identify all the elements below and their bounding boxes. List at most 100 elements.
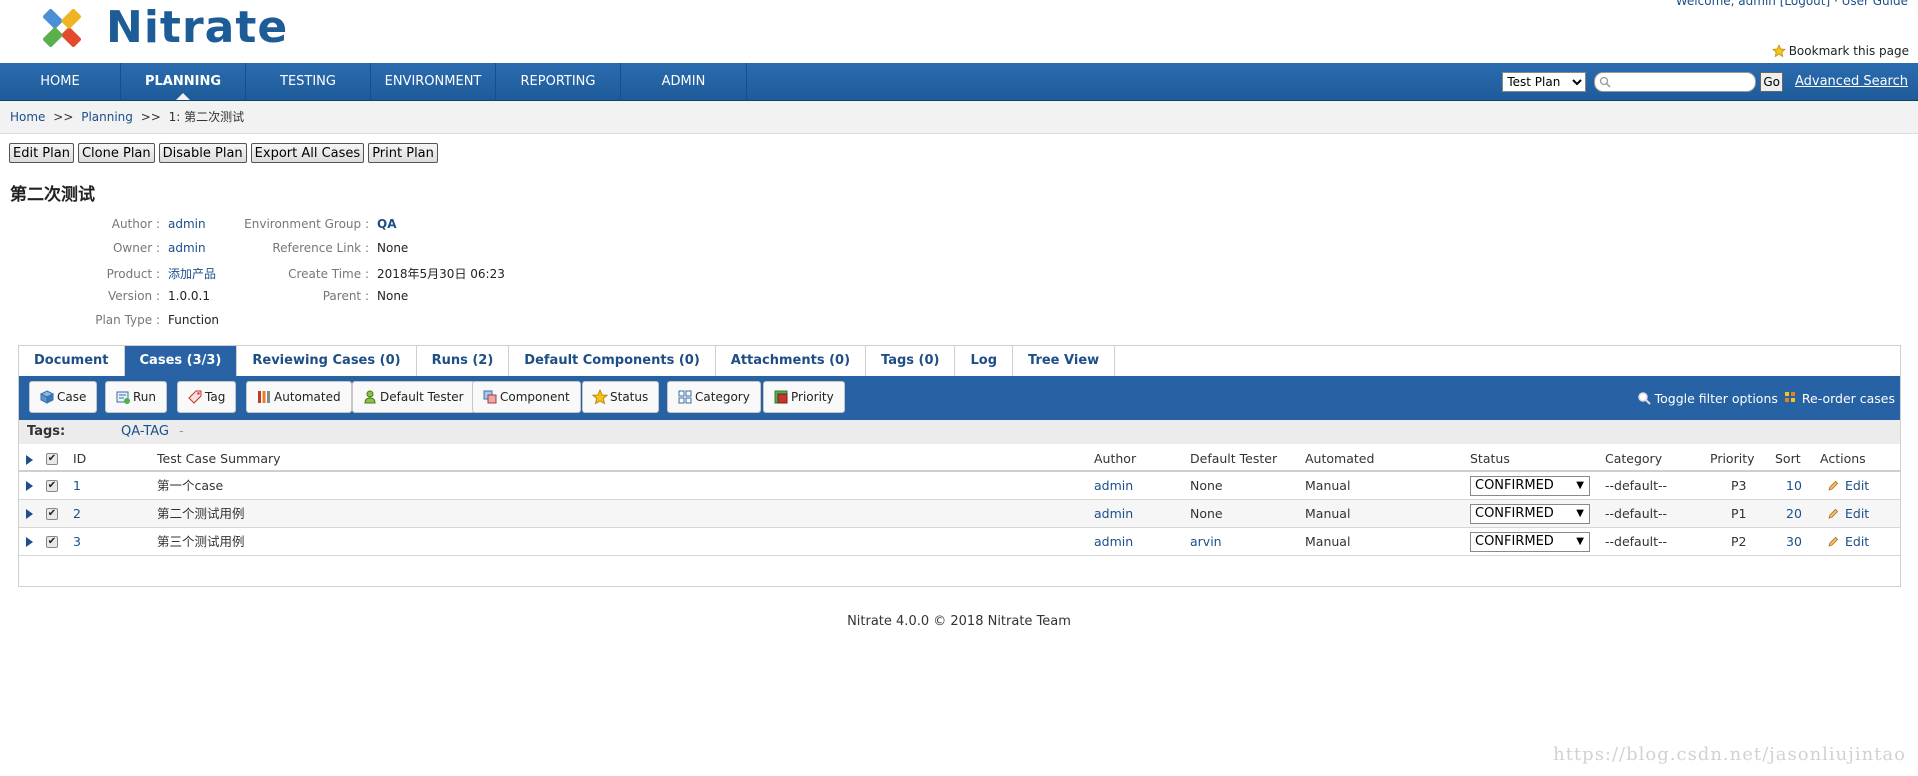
col-category[interactable]: Category	[1605, 446, 1662, 472]
tab-cases[interactable]: Cases (3/3)	[124, 346, 238, 376]
row-checkbox[interactable]: ✔	[46, 536, 58, 548]
category-button[interactable]: Category	[667, 381, 761, 413]
nav-item-reporting[interactable]: REPORTING	[496, 63, 621, 100]
expand-row-icon[interactable]	[26, 509, 33, 519]
nav-item-testing[interactable]: TESTING	[246, 63, 371, 100]
case-button-label: Case	[57, 390, 87, 404]
edit-action[interactable]: Edit	[1827, 472, 1869, 500]
status-select[interactable]: CONFIRMED ▼	[1470, 504, 1590, 524]
edit-action[interactable]: Edit	[1827, 528, 1869, 556]
col-id[interactable]: ID	[73, 446, 86, 472]
status-select[interactable]: CONFIRMED ▼	[1470, 532, 1590, 552]
disable-plan-button[interactable]: Disable Plan	[158, 143, 247, 163]
tab-runs[interactable]: Runs (2)	[416, 346, 510, 376]
col-sort[interactable]: Sort	[1775, 446, 1801, 472]
user-icon	[364, 390, 376, 404]
case-author[interactable]: admin	[1094, 528, 1133, 556]
edit-action[interactable]: Edit	[1827, 500, 1869, 528]
pencil-icon	[1828, 536, 1839, 547]
nav-item-environment[interactable]: ENVIRONMENT	[371, 63, 496, 100]
expand-row-icon[interactable]	[26, 537, 33, 547]
breadcrumb-home[interactable]: Home	[10, 110, 45, 124]
reorder-cases-link[interactable]: Re-order cases	[1802, 391, 1895, 406]
tab-tree-view[interactable]: Tree View	[1013, 346, 1116, 376]
case-sort[interactable]: 30	[1786, 528, 1802, 556]
export-all-cases-button[interactable]: Export All Cases	[250, 143, 365, 163]
run-button[interactable]: Run	[105, 381, 168, 413]
default-tester-button[interactable]: Default Tester	[352, 381, 475, 413]
select-all-checkbox[interactable]: ✔	[46, 453, 58, 465]
search-scope-select[interactable]: Test Plan	[1502, 71, 1587, 92]
status-button-label: Status	[610, 390, 649, 404]
component-button[interactable]: Component	[472, 381, 581, 413]
edit-link[interactable]: Edit	[1845, 472, 1869, 500]
case-button[interactable]: Case	[29, 381, 98, 413]
bookmark-link[interactable]: Bookmark this page	[1771, 44, 1909, 58]
case-sort[interactable]: 10	[1786, 472, 1802, 500]
plan-actions: Edit Plan Clone Plan Disable Plan Export…	[9, 143, 438, 163]
toggle-filter-link[interactable]: Toggle filter options	[1655, 391, 1778, 406]
case-tester[interactable]: arvin	[1190, 528, 1222, 556]
breadcrumb-separator: >>	[140, 110, 161, 124]
case-author[interactable]: admin	[1094, 500, 1133, 528]
col-priority[interactable]: Priority	[1710, 446, 1755, 472]
case-id-link[interactable]: 3	[73, 528, 81, 556]
clone-plan-button[interactable]: Clone Plan	[77, 143, 155, 163]
tags-dash: -	[179, 424, 184, 439]
priority-button[interactable]: Priority	[763, 381, 845, 413]
tab-document[interactable]: Document	[19, 346, 125, 376]
component-icon	[483, 390, 497, 404]
nav-item-home[interactable]: HOME	[0, 63, 121, 100]
status-select[interactable]: CONFIRMED ▼	[1470, 476, 1590, 496]
edit-plan-button[interactable]: Edit Plan	[9, 143, 74, 163]
go-button[interactable]: Go	[1760, 71, 1783, 92]
case-author[interactable]: admin	[1094, 472, 1133, 500]
author-value[interactable]: admin	[168, 217, 206, 231]
nav-item-planning[interactable]: PLANNING	[121, 63, 246, 100]
tab-tags[interactable]: Tags (0)	[866, 346, 956, 376]
expand-row-icon[interactable]	[26, 481, 33, 491]
col-automated[interactable]: Automated	[1305, 446, 1374, 472]
version-value: 1.0.0.1	[168, 289, 210, 303]
col-author[interactable]: Author	[1094, 446, 1136, 472]
tab-attachments[interactable]: Attachments (0)	[715, 346, 867, 376]
status-button[interactable]: Status	[582, 381, 660, 413]
tab-default-components[interactable]: Default Components (0)	[509, 346, 716, 376]
tab-reviewing-cases[interactable]: Reviewing Cases (0)	[237, 346, 417, 376]
advanced-search-link[interactable]: Advanced Search	[1795, 74, 1908, 89]
case-sort[interactable]: 20	[1786, 500, 1802, 528]
print-plan-button[interactable]: Print Plan	[368, 143, 438, 163]
row-checkbox[interactable]: ✔	[46, 508, 58, 520]
brand-title[interactable]: Nitrate	[106, 2, 288, 53]
col-status[interactable]: Status	[1470, 446, 1510, 472]
search-input[interactable]	[1611, 73, 1746, 90]
nitrate-logo-icon[interactable]	[32, 0, 92, 56]
case-summary[interactable]: 第二个测试用例	[157, 500, 245, 528]
breadcrumb-planning[interactable]: Planning	[81, 110, 133, 124]
tab-log[interactable]: Log	[955, 346, 1014, 376]
expand-all-icon[interactable]	[26, 455, 33, 465]
case-category: --default--	[1605, 478, 1668, 493]
info-author: Author : admin	[60, 217, 206, 231]
env-group-value[interactable]: QA	[377, 217, 397, 231]
case-id-link[interactable]: 2	[73, 500, 81, 528]
col-default-tester[interactable]: Default Tester	[1190, 446, 1277, 472]
tag-button[interactable]: Tag	[177, 381, 237, 413]
edit-link[interactable]: Edit	[1845, 500, 1869, 528]
case-id-link[interactable]: 1	[73, 472, 81, 500]
search-box[interactable]	[1594, 71, 1757, 92]
info-parent: Parent : None	[220, 289, 409, 303]
owner-value[interactable]: admin	[168, 241, 206, 255]
row-checkbox[interactable]: ✔	[46, 480, 58, 492]
tag-link-qa-tag[interactable]: QA-TAG	[121, 420, 169, 444]
automated-button[interactable]: Automated	[246, 381, 352, 413]
tag-button-label: Tag	[205, 390, 226, 404]
nav-item-admin[interactable]: ADMIN	[621, 63, 747, 100]
col-summary[interactable]: Test Case Summary	[157, 446, 281, 472]
edit-link[interactable]: Edit	[1845, 528, 1869, 556]
user-links[interactable]: Welcome, admin [Logout] · User Guide	[1676, 0, 1908, 8]
product-value[interactable]: 添加产品	[168, 267, 216, 281]
case-summary[interactable]: 第三个测试用例	[157, 528, 245, 556]
info-plan-type: Plan Type : Function	[60, 313, 219, 327]
case-summary[interactable]: 第一个case	[157, 472, 223, 500]
